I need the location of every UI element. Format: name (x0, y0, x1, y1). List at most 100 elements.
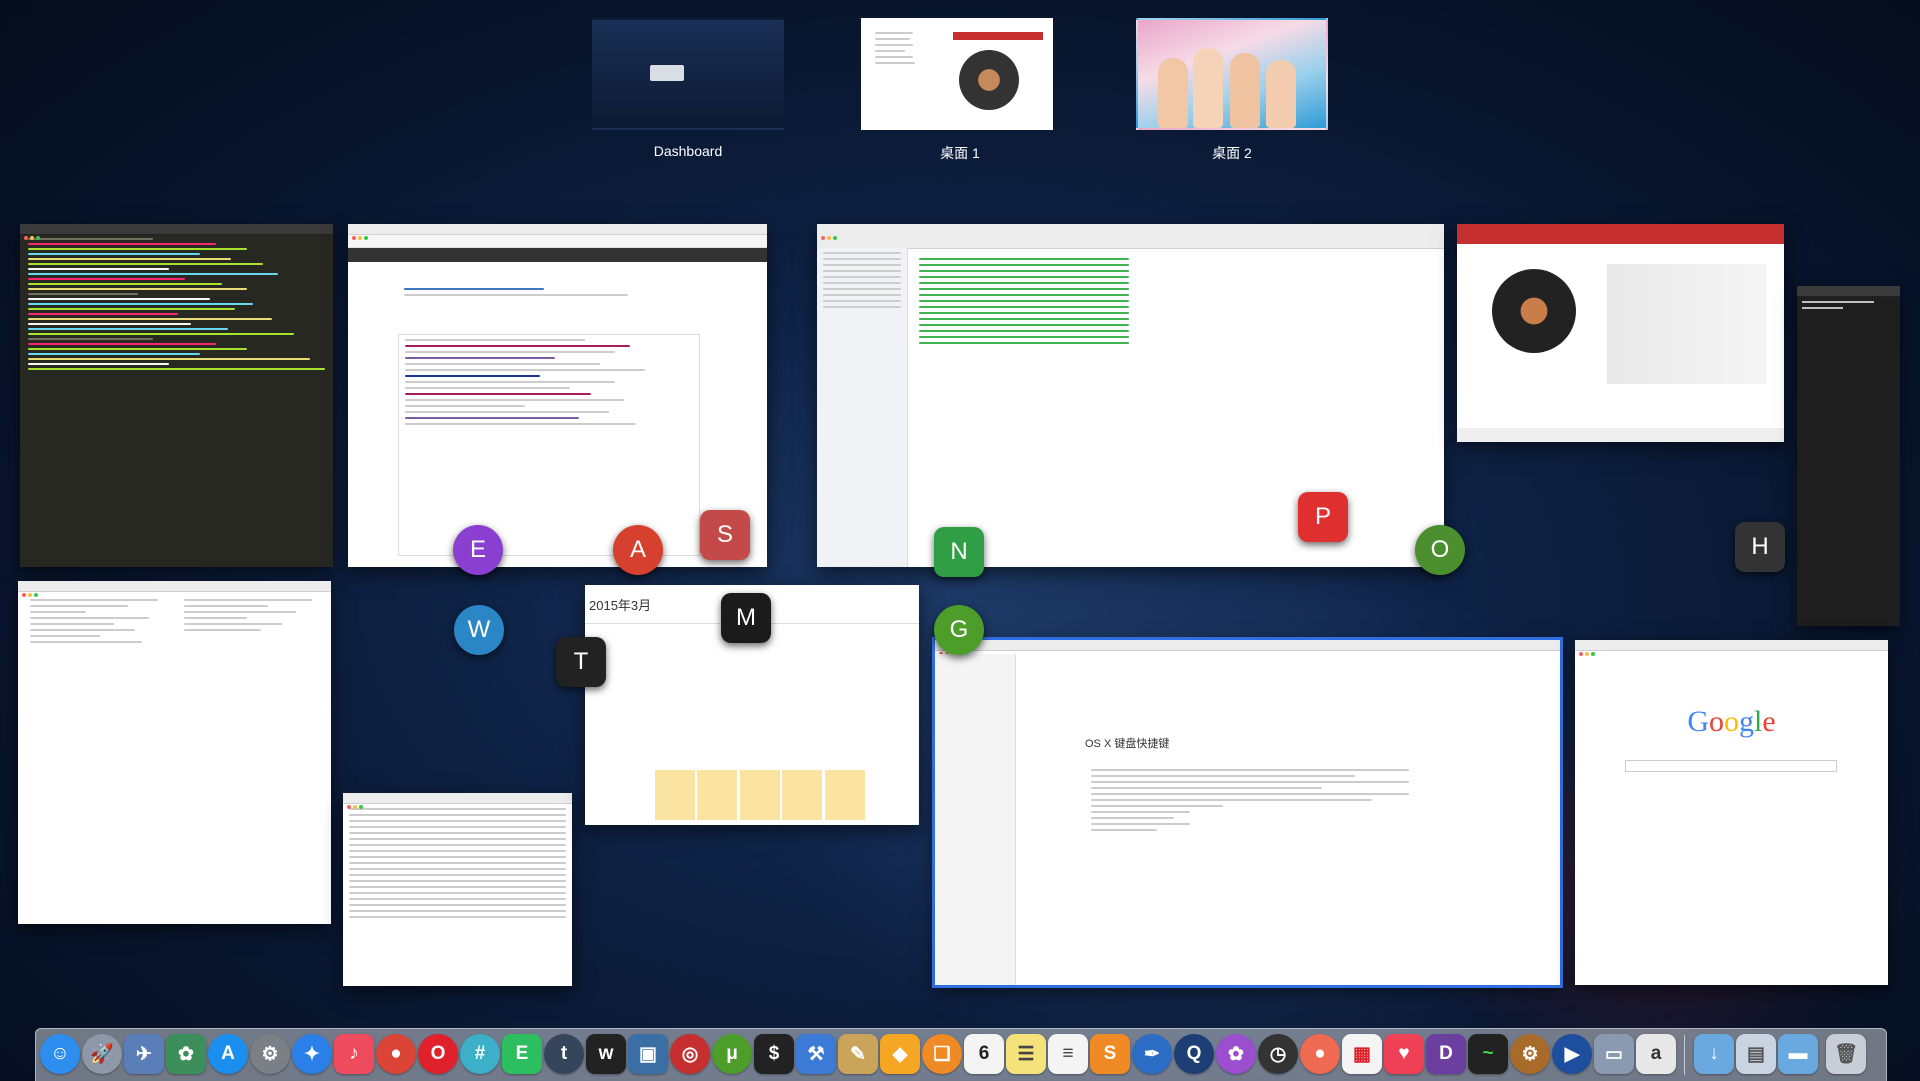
window-titlebar (817, 224, 1444, 249)
script-icon[interactable]: a (1636, 1034, 1676, 1074)
ibooks-icon[interactable]: ❑ (922, 1034, 962, 1074)
pocket-icon[interactable]: ♥ (1384, 1034, 1424, 1074)
itunes-icon[interactable]: ♪ (334, 1034, 374, 1074)
activity-monitor-window[interactable] (343, 793, 572, 986)
sketchbook-app-badge[interactable]: S (700, 510, 750, 560)
preview-icon[interactable]: ✈ (124, 1034, 164, 1074)
utorrent-app-badge[interactable]: G (934, 605, 984, 655)
flower-icon[interactable]: ✿ (1216, 1034, 1256, 1074)
torrent-client-window[interactable] (817, 224, 1444, 567)
calendar-event[interactable] (825, 770, 865, 820)
album-disc (1492, 269, 1576, 353)
pencil-icon[interactable]: ✎ (838, 1034, 878, 1074)
document-viewer-window[interactable]: OS X 键盘快捷键 (932, 637, 1563, 988)
wallpaper-figure (1158, 58, 1188, 128)
tumblr-icon[interactable]: t (544, 1034, 584, 1074)
terminal-window[interactable] (1797, 286, 1900, 626)
notes-icon[interactable]: ☰ (1006, 1034, 1046, 1074)
dashboard-widget (650, 65, 684, 81)
space-label-desktop-1[interactable]: 桌面 1 (850, 143, 1070, 163)
screen-icon[interactable]: ▭ (1594, 1034, 1634, 1074)
wunderlist-app-badge[interactable]: W (454, 605, 504, 655)
space-dashboard-thumbnail[interactable] (592, 18, 784, 130)
wallpaper-figure (1266, 60, 1296, 128)
window-titlebar (935, 640, 1560, 656)
chrome-app-badge[interactable]: A (613, 525, 663, 575)
calendar-month-title: 2015年3月 (589, 598, 652, 613)
documents-icon[interactable]: ▤ (1736, 1034, 1776, 1074)
thumb-disc (959, 50, 1019, 110)
timer-icon[interactable]: ◷ (1258, 1034, 1298, 1074)
doc-sidebar (935, 654, 1016, 985)
reminders-icon[interactable]: ≡ (1048, 1034, 1088, 1074)
opera-app-badge[interactable]: O (1415, 525, 1465, 575)
browser-toolbar (348, 235, 767, 248)
quicktime-search-icon[interactable]: Q (1174, 1034, 1214, 1074)
system-preferences-icon[interactable]: ⚙ (250, 1034, 290, 1074)
neteasemusic-app-badge[interactable]: N (934, 527, 984, 577)
thumb-text-block (869, 28, 919, 118)
save-icon[interactable]: ▣ (628, 1034, 668, 1074)
wps-app-badge[interactable]: P (1298, 492, 1348, 542)
calendar-event[interactable] (655, 770, 695, 820)
markdown-editor-window[interactable] (18, 581, 331, 924)
folder-icon[interactable]: ▬ (1778, 1034, 1818, 1074)
downloads-icon[interactable]: ↓ (1694, 1034, 1734, 1074)
window-titlebar (348, 224, 767, 240)
google-logo: Google (1687, 705, 1776, 738)
torrent-list (913, 254, 1438, 404)
safari-icon[interactable]: ✦ (292, 1034, 332, 1074)
space-desktop-1-thumbnail[interactable] (861, 18, 1053, 130)
sketch-icon[interactable]: ◆ (880, 1034, 920, 1074)
calendar-event[interactable] (740, 770, 780, 820)
reeder-icon[interactable]: ● (1300, 1034, 1340, 1074)
code-file-view (398, 334, 700, 556)
space-label-dashboard[interactable]: Dashboard (578, 143, 798, 159)
calendar-event[interactable] (697, 770, 737, 820)
appstore-icon[interactable]: A (208, 1034, 248, 1074)
typora-app-badge[interactable]: T (556, 637, 606, 687)
dock-separator (1684, 1035, 1685, 1075)
opera-icon[interactable]: O (418, 1034, 458, 1074)
player-controls[interactable] (1457, 428, 1784, 442)
terminal-icon[interactable]: $ (754, 1034, 794, 1074)
document-title: OS X 键盘快捷键 (1085, 738, 1170, 750)
space-label-desktop-2[interactable]: 桌面 2 (1122, 143, 1342, 163)
chrome-google-window[interactable]: Google (1575, 640, 1888, 985)
finder-icon[interactable]: ☺ (40, 1034, 80, 1074)
writer-icon[interactable]: w (586, 1034, 626, 1074)
dock: ☺ 🚀 ✈ ✿ A ⚙ ✦ ♪ ● O # E t w ▣ ◎ μ $ ⚒ ✎ … (35, 1028, 1887, 1081)
code-editor-window[interactable] (20, 224, 333, 567)
space-desktop-2-thumbnail[interactable] (1136, 18, 1328, 130)
wallpaper-figure (1230, 53, 1260, 128)
feather-icon[interactable]: ✒ (1132, 1034, 1172, 1074)
xcode-icon[interactable]: ⚒ (796, 1034, 836, 1074)
window-titlebar (1797, 286, 1900, 297)
netease-header (1457, 224, 1784, 244)
utorrent-icon[interactable]: μ (712, 1034, 752, 1074)
window-titlebar (1575, 640, 1888, 656)
google-search-input[interactable] (1625, 760, 1837, 772)
sublime-icon[interactable]: S (1090, 1034, 1130, 1074)
wallpaper-figure (1193, 48, 1223, 128)
terminal-app-badge[interactable]: H (1735, 522, 1785, 572)
calendar-event[interactable] (782, 770, 822, 820)
cog-icon[interactable]: ⚙ (1510, 1034, 1550, 1074)
chrome-icon[interactable]: ● (376, 1034, 416, 1074)
evernote-icon[interactable]: E (502, 1034, 542, 1074)
calendar-icon[interactable]: 6 (964, 1034, 1004, 1074)
window-titlebar (343, 793, 572, 809)
photos-icon[interactable]: ✿ (166, 1034, 206, 1074)
grid-icon[interactable]: ▦ (1342, 1034, 1382, 1074)
netease-music-window[interactable] (1457, 224, 1784, 442)
slack-icon[interactable]: # (460, 1034, 500, 1074)
activity-monitor-icon[interactable]: ~ (1468, 1034, 1508, 1074)
evernote-app-badge[interactable]: E (453, 525, 503, 575)
trash-icon[interactable]: 🗑 (1826, 1034, 1866, 1074)
play-icon[interactable]: ▶ (1552, 1034, 1592, 1074)
window-titlebar (18, 581, 331, 597)
launchpad-icon[interactable]: 🚀 (82, 1034, 122, 1074)
dash-icon[interactable]: D (1426, 1034, 1466, 1074)
mail-app-badge[interactable]: M (721, 593, 771, 643)
neteasemusic-icon[interactable]: ◎ (670, 1034, 710, 1074)
